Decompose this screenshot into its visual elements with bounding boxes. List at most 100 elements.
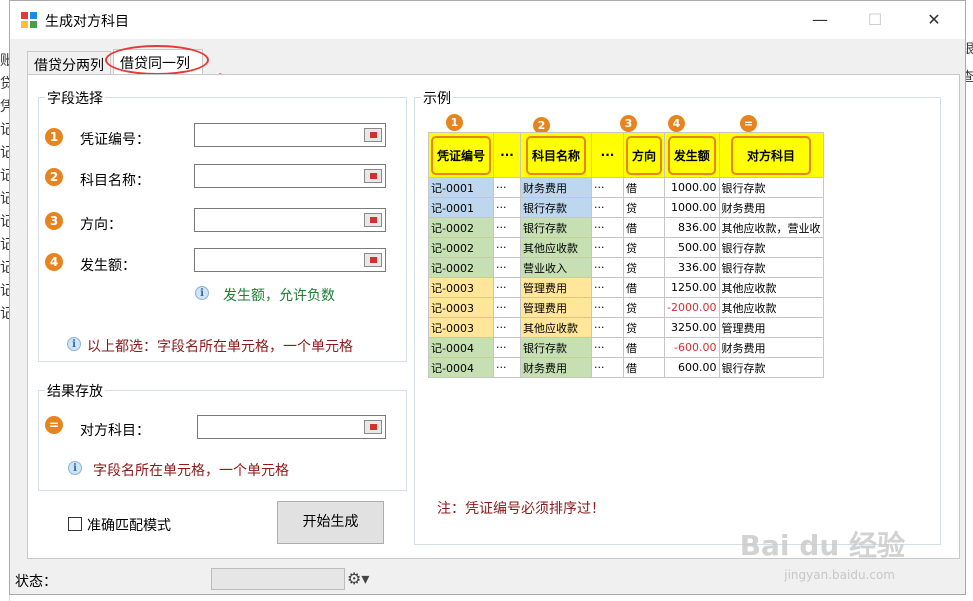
dialog-window: 生成对方科目 — ☐ ✕ 借贷分两列 借贷同一列 字段选择 1 凭证编号： 2 …: [9, 0, 966, 595]
example-cell-no: 记-0004: [427, 357, 495, 378]
status-label: 状态：: [15, 574, 57, 590]
example-cell-d2: ···: [591, 197, 625, 218]
start-generate-button[interactable]: 开始生成: [277, 501, 384, 544]
example-cell-subject: 财务费用: [520, 177, 593, 198]
example-row: 记-0003 ··· 管理费用 ··· 贷 -2000.00 其他应收款: [427, 297, 824, 318]
example-cell-amount: 1250.00: [664, 277, 720, 298]
header-voucher-no-label: 凭证编号: [431, 135, 492, 175]
cell-picker-icon[interactable]: [364, 420, 382, 434]
all-fields-note: 以上都选：字段名所在单元格，一个单元格: [87, 339, 353, 355]
example-row: 记-0002 ··· 营业收入 ··· 贷 336.00 银行存款: [427, 257, 824, 278]
example-row: 记-0004 ··· 银行存款 ··· 借 -600.00 财务费用: [427, 337, 824, 358]
example-cell-amount: 336.00: [664, 257, 720, 278]
example-cell-subject: 银行存款: [520, 197, 593, 218]
example-cell-d1: ···: [493, 177, 522, 198]
example-cell-d1: ···: [493, 217, 522, 238]
example-cell-subject: 其他应收款: [520, 317, 593, 338]
header-amount: 发生额: [664, 132, 720, 178]
example-cell-dir: 贷: [623, 237, 666, 258]
example-cell-amount: 600.00: [664, 357, 720, 378]
example-row: 记-0004 ··· 财务费用 ··· 借 600.00 银行存款: [427, 357, 824, 378]
voucher-no-field[interactable]: [194, 123, 386, 147]
example-cell-amount: 836.00: [664, 217, 720, 238]
subject-name-field[interactable]: [194, 164, 386, 188]
close-button[interactable]: ✕: [911, 1, 957, 39]
example-cell-amount: 1000.00: [664, 177, 720, 198]
exact-match-checkbox[interactable]: [68, 517, 82, 531]
example-cell-dir: 贷: [623, 317, 666, 338]
title-bar[interactable]: 生成对方科目 — ☐ ✕: [10, 1, 965, 39]
example-row: 记-0002 ··· 银行存款 ··· 借 836.00 其他应收款，营业收: [427, 217, 824, 238]
example-cell-other: 其他应收款: [718, 277, 824, 298]
example-cell-other: 其他应收款，营业收: [718, 217, 824, 238]
info-icon: i: [67, 337, 81, 351]
header-direction: 方向: [623, 132, 666, 178]
header-ellipsis-1: ···: [493, 132, 522, 178]
example-cell-d2: ···: [591, 337, 625, 358]
example-cell-dir: 借: [623, 337, 666, 358]
tab-highlight-ellipse: [105, 45, 209, 75]
amount-note: 发生额，允许负数: [223, 288, 335, 304]
example-cell-dir: 借: [623, 177, 666, 198]
example-title: 示例: [421, 88, 453, 108]
field-index-4-icon: 4: [45, 253, 63, 271]
example-row: 记-0003 ··· 其他应收款 ··· 贷 3250.00 管理费用: [427, 317, 824, 338]
example-cell-other: 其他应收款: [718, 297, 824, 318]
example-cell-amount: -600.00: [664, 337, 720, 358]
cell-picker-icon[interactable]: [364, 213, 382, 227]
example-cell-d1: ···: [493, 237, 522, 258]
amount-field[interactable]: [194, 248, 386, 272]
info-icon: i: [195, 286, 209, 300]
example-sort-note: 注：凭证编号必须排序过！: [437, 501, 605, 517]
example-cell-subject: 管理费用: [520, 297, 593, 318]
example-cell-d2: ···: [591, 357, 625, 378]
field-index-1-icon: 1: [45, 128, 63, 146]
header-other-subject-label: 对方科目: [730, 135, 811, 175]
watermark-url: jingyan.baidu.com: [784, 568, 895, 582]
example-badge-3: 3: [620, 115, 637, 132]
example-row: 记-0003 ··· 管理费用 ··· 借 1250.00 其他应收款: [427, 277, 824, 298]
example-cell-other: 财务费用: [718, 197, 824, 218]
example-cell-d1: ···: [493, 257, 522, 278]
example-cell-other: 管理费用: [718, 317, 824, 338]
result-note: 字段名所在单元格，一个单元格: [93, 463, 289, 479]
maximize-button[interactable]: ☐: [852, 1, 898, 39]
example-cell-no: 记-0003: [427, 277, 495, 298]
direction-field[interactable]: [194, 208, 386, 232]
example-row: 记-0001 ··· 财务费用 ··· 借 1000.00 银行存款: [427, 177, 824, 198]
field-selection-group: 字段选择 1 凭证编号： 2 科目名称： 3 方向： 4 发生额： i 发生额，…: [38, 88, 407, 362]
result-storage-group: 结果存放 = 对方科目： i 字段名所在单元格，一个单元格: [38, 381, 407, 491]
example-cell-other: 财务费用: [718, 337, 824, 358]
header-other-subject: 对方科目: [718, 132, 824, 178]
example-cell-amount: 500.00: [664, 237, 720, 258]
example-cell-other: 银行存款: [718, 257, 824, 278]
example-cell-d1: ···: [493, 317, 522, 338]
gear-icon[interactable]: ⚙▾: [347, 569, 369, 588]
minimize-button[interactable]: —: [797, 1, 843, 39]
amount-label: 发生额：: [80, 258, 136, 274]
tab-two-columns[interactable]: 借贷分两列: [27, 51, 111, 75]
example-cell-dir: 借: [623, 357, 666, 378]
watermark-logo: Bai du 经验: [739, 529, 905, 562]
voucher-no-label: 凭证编号：: [80, 132, 150, 148]
example-cell-d1: ···: [493, 197, 522, 218]
cell-picker-icon[interactable]: [364, 128, 382, 142]
tab-panel: 字段选择 1 凭证编号： 2 科目名称： 3 方向： 4 发生额： i 发生额，…: [27, 74, 960, 559]
example-cell-d1: ···: [493, 277, 522, 298]
example-cell-subject: 管理费用: [520, 277, 593, 298]
example-cell-dir: 贷: [623, 297, 666, 318]
example-cell-d2: ···: [591, 257, 625, 278]
cell-picker-icon[interactable]: [364, 169, 382, 183]
cell-picker-icon[interactable]: [364, 253, 382, 267]
example-cell-other: 银行存款: [718, 177, 824, 198]
example-group: 示例 1 2 3 4 = 凭证编号 ··· 科目名称 ··· 方向 发生额 对方…: [414, 88, 941, 545]
example-header-row: 凭证编号 ··· 科目名称 ··· 方向 发生额 对方科目: [427, 132, 824, 178]
header-subject: 科目名称: [520, 132, 593, 178]
example-cell-no: 记-0002: [427, 217, 495, 238]
exact-match-label[interactable]: 准确匹配模式: [87, 515, 171, 535]
example-cell-subject: 银行存款: [520, 217, 593, 238]
other-subject-field[interactable]: [197, 415, 386, 439]
example-table: 凭证编号 ··· 科目名称 ··· 方向 发生额 对方科目 记-0001 ··· 财…: [427, 132, 824, 378]
header-subject-label: 科目名称: [526, 135, 587, 175]
example-cell-d2: ···: [591, 277, 625, 298]
